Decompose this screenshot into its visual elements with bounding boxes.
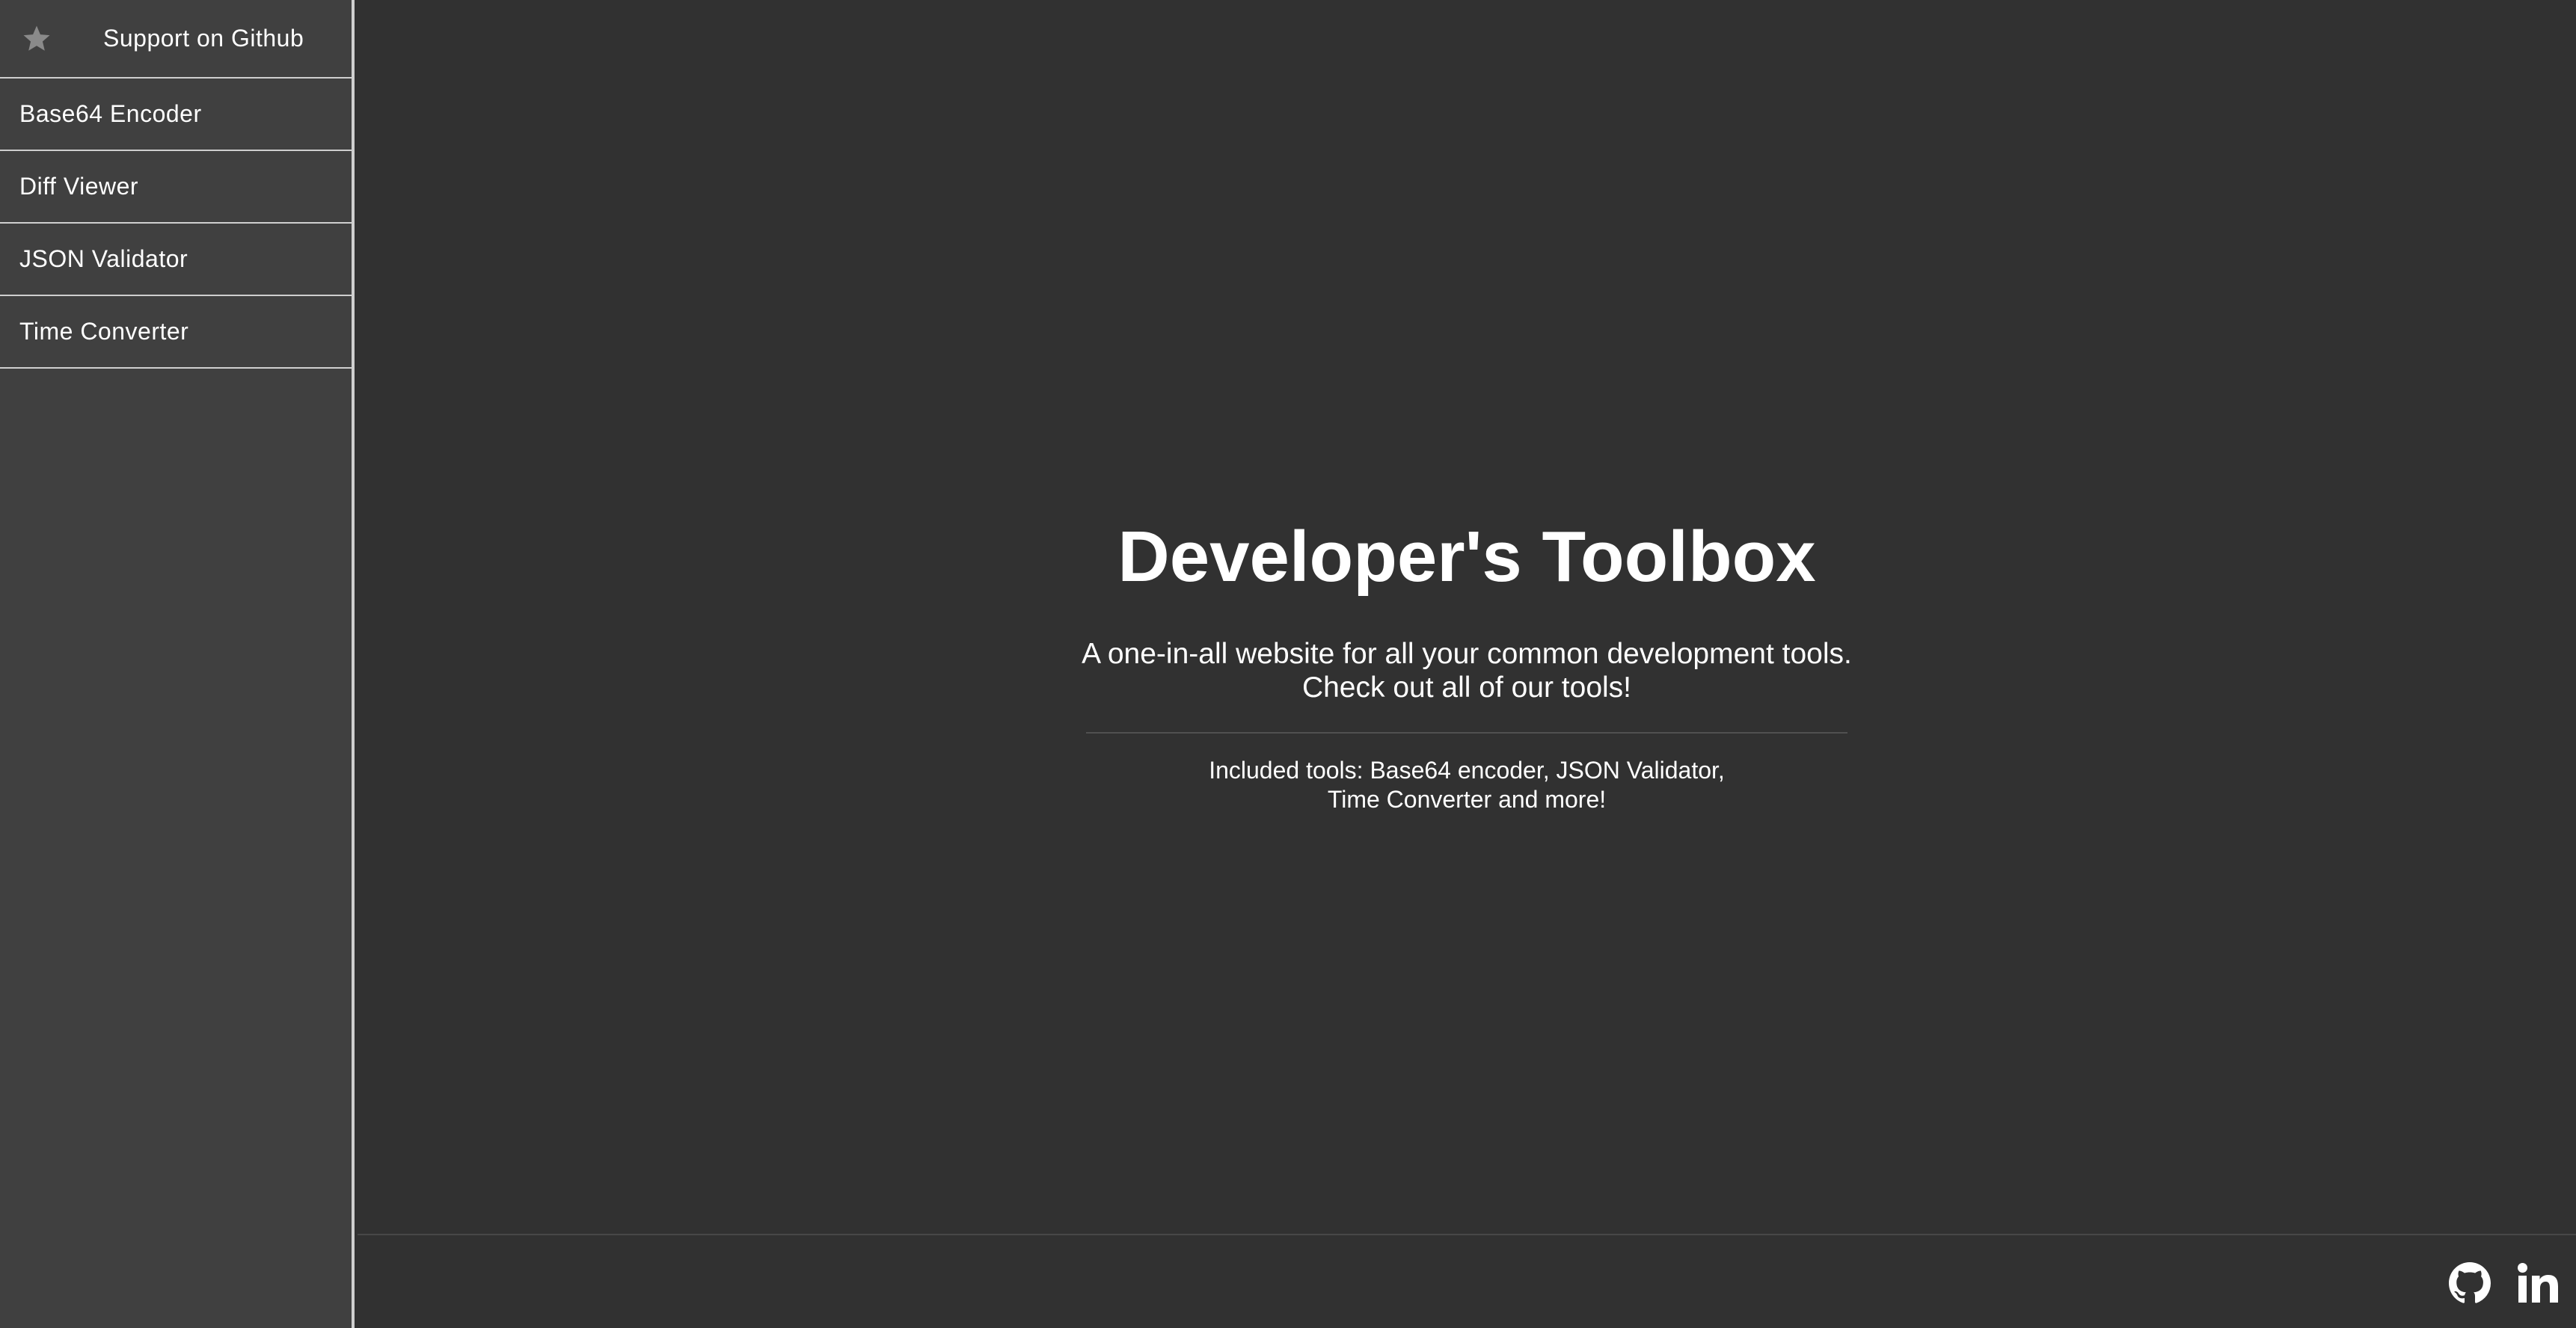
hero-divider <box>1086 732 1847 734</box>
sidebar: Support on Github Base64 Encoder Diff Vi… <box>0 0 355 1328</box>
support-github-link[interactable]: Support on Github <box>0 0 352 79</box>
star-icon <box>21 23 52 55</box>
sidebar-item-label: JSON Validator <box>19 245 188 272</box>
linkedin-link[interactable] <box>2516 1262 2560 1304</box>
sidebar-item-time-converter[interactable]: Time Converter <box>0 296 352 369</box>
main-content: Developer's Toolbox A one-in-all website… <box>358 0 2576 1235</box>
page-title: Developer's Toolbox <box>1117 517 1816 597</box>
app-root: Support on Github Base64 Encoder Diff Vi… <box>0 0 2576 1328</box>
footer <box>358 1234 2576 1328</box>
hero-subtitle: A one-in-all website for all your common… <box>358 637 2576 704</box>
hero-section: Developer's Toolbox A one-in-all website… <box>358 508 2576 814</box>
included-tools-line-1: Included tools: Base64 encoder, JSON Val… <box>1209 757 1725 784</box>
github-link[interactable] <box>2449 1262 2491 1304</box>
included-tools-text: Included tools: Base64 encoder, JSON Val… <box>358 756 2576 814</box>
hero-subtitle-line-2: Check out all of our tools! <box>1301 671 1632 704</box>
sidebar-item-label: Base64 Encoder <box>19 100 202 127</box>
sidebar-item-json-validator[interactable]: JSON Validator <box>0 224 352 296</box>
support-github-label: Support on Github <box>103 25 304 52</box>
sidebar-item-diff-viewer[interactable]: Diff Viewer <box>0 151 352 224</box>
sidebar-item-label: Diff Viewer <box>19 173 139 200</box>
included-tools-line-2: Time Converter and more! <box>1327 786 1607 813</box>
sidebar-item-base64-encoder[interactable]: Base64 Encoder <box>0 79 352 151</box>
github-icon <box>2449 1262 2491 1304</box>
hero-subtitle-line-1: A one-in-all website for all your common… <box>1082 638 1852 670</box>
sidebar-item-label: Time Converter <box>19 318 189 345</box>
linkedin-icon <box>2516 1262 2560 1304</box>
